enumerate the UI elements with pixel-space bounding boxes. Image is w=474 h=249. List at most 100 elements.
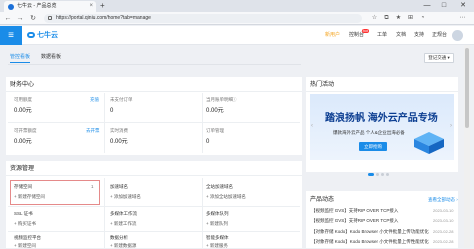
resource-name[interactable]: 视频监控平台 — [14, 235, 41, 241]
carousel-left-icon[interactable]: ‹ — [311, 123, 313, 129]
more-icon[interactable]: ⋯ — [458, 14, 467, 23]
new-service-link[interactable]: + 新建服务 — [206, 243, 228, 249]
new-bucket-link[interactable]: + 新建存储空间 — [14, 194, 45, 200]
reload-icon[interactable]: ↻ — [28, 12, 38, 25]
qiniu-logo[interactable]: 七牛云 — [27, 31, 58, 40]
new-space-link[interactable]: + 新建空间 — [14, 243, 36, 249]
url-field[interactable]: https://portal.qiniu.com/home?tab=manage — [44, 14, 362, 23]
carousel-dot[interactable] — [368, 173, 374, 176]
banner-subtitle: 爆款海外云产品 个人&企业出海必备 — [333, 130, 405, 135]
banner-buy-button[interactable]: 立即抢购 — [359, 142, 387, 151]
news-date: 2023-03-10 — [433, 218, 454, 223]
tab-close-icon[interactable]: × — [89, 1, 93, 12]
resource-name[interactable]: 存储空间 — [14, 184, 32, 190]
header-link-console[interactable]: 控制台 — [349, 32, 364, 39]
minimize-button[interactable]: — — [420, 0, 434, 12]
stat-label: 可开票额度 — [14, 128, 37, 133]
avatar[interactable] — [452, 30, 463, 41]
collections-icon[interactable]: ⊞ — [406, 14, 415, 23]
stat-value: 0.00元 — [14, 108, 32, 114]
stat-value: 0 — [110, 108, 114, 114]
close-window-button[interactable]: ✕ — [456, 0, 470, 12]
url-text: https://portal.qiniu.com/home?tab=manage — [56, 15, 151, 21]
buy-cert-link[interactable]: + 购买证书 — [14, 221, 36, 227]
header-link-support[interactable]: 支持 — [414, 32, 424, 39]
stat-label: 实时消费 — [110, 128, 128, 133]
logo-mark-icon — [27, 32, 35, 38]
resource-name[interactable]: 数据分析 — [110, 235, 128, 241]
app-header: ≡ 七牛云 新用户 控制台 hot 工单 文档 支持 正规台 — [0, 26, 474, 45]
carousel-dot[interactable] — [376, 173, 379, 176]
hot-badge: hot — [362, 29, 369, 33]
new-tab-button[interactable]: + — [100, 0, 105, 12]
header-link-promo[interactable]: 新用户 — [325, 32, 340, 39]
qiniu-favicon-icon — [8, 4, 14, 10]
stat-value: 0.00元 — [206, 108, 224, 114]
add-dcdn-link[interactable]: + 添加全站加速域名 — [206, 194, 246, 200]
new-workflow-link[interactable]: + 新建工作流 — [110, 221, 136, 227]
browser-tab-title: 七牛云 - 产品总览 — [17, 3, 57, 9]
header-link-more[interactable]: 正规台 — [432, 32, 447, 39]
profile-icon[interactable]: ◔ — [418, 14, 427, 23]
news-date: 2023-02-28 — [433, 229, 454, 234]
news-item[interactable]: 【对象存储 Kodo】Kodo Browser 小文件批量上传性能优化 — [311, 239, 429, 245]
promo-dropdown-button[interactable]: 登记交通 ▾ — [424, 53, 454, 63]
stat-label: 可用额度 — [14, 97, 32, 102]
carousel-dot[interactable] — [381, 173, 384, 176]
finance-title: 财务中心 — [10, 82, 35, 88]
resource-count: 1 — [91, 184, 94, 189]
banner-title: 踏浪扬帆 海外云产品专场 — [325, 113, 438, 124]
invoice-link[interactable]: 去开票 — [86, 128, 100, 134]
resource-title: 资源管理 — [10, 166, 35, 172]
news-date: 2023-02-28 — [433, 239, 454, 244]
maximize-button[interactable]: □ — [437, 0, 451, 12]
divider — [202, 178, 203, 248]
resource-name[interactable]: 智能多媒体 — [206, 235, 229, 241]
divider — [8, 231, 300, 232]
tab-divider — [8, 64, 301, 65]
stat-label: 当月账单明细 — [206, 97, 233, 102]
resource-name[interactable]: 多媒体工作流 — [110, 211, 137, 217]
stat-label: 未支付订单 — [110, 97, 133, 102]
news-item[interactable]: 【视频监控 GVS】支持RIP OVER TCP接入 — [311, 218, 429, 224]
tab-overview[interactable]: 管控看板 — [10, 52, 31, 63]
browser-tab-bar: 七牛云 - 产品总览 × + — □ ✕ — [0, 0, 474, 12]
star-icon[interactable]: ☆ — [370, 14, 379, 23]
header-link-ticket[interactable]: 工单 — [377, 32, 387, 39]
tab-data[interactable]: 数据看板 — [41, 52, 61, 62]
new-queue-link[interactable]: + 新建队列 — [206, 221, 228, 227]
stat-label: 订单管理 — [206, 128, 224, 133]
add-domain-link[interactable]: + 添加加速域名 — [110, 194, 141, 200]
back-arrow-icon[interactable]: ← — [3, 12, 13, 25]
view-all-news-link[interactable]: 查看全部动态 › — [428, 197, 458, 203]
divider — [104, 93, 105, 153]
header-link-doc[interactable]: 文档 — [396, 32, 406, 39]
finance-panel — [6, 77, 302, 155]
stat-value: 0.00元 — [110, 139, 128, 145]
carousel-dots — [368, 163, 391, 181]
stat-value: 0.00元 — [14, 139, 32, 145]
carousel-right-icon[interactable]: › — [450, 123, 452, 129]
favorites-icon[interactable]: ★ — [394, 14, 403, 23]
new-datasource-link[interactable]: + 新建数据源 — [110, 243, 136, 249]
stat-value: 0 — [206, 139, 210, 145]
menu-icon[interactable]: ≡ — [0, 26, 22, 45]
recharge-link[interactable]: 充值 — [90, 97, 99, 103]
scrollbar-thumb[interactable] — [465, 48, 469, 128]
divider — [202, 93, 203, 153]
resource-name[interactable]: 多媒体队列 — [206, 211, 229, 217]
cube-illustration-icon — [414, 132, 444, 154]
forward-arrow-icon[interactable]: → — [15, 12, 25, 25]
resource-name[interactable]: 加速域名 — [110, 184, 128, 190]
resource-name[interactable]: 全站加速域名 — [206, 184, 233, 190]
news-item[interactable]: 【视频监控 GVS】支持RIP OVER TCP接入 — [311, 208, 429, 214]
carousel-dot[interactable] — [386, 173, 389, 176]
resource-name[interactable]: SSL 证书 — [14, 211, 33, 217]
extension-icon[interactable]: ⧉ — [382, 14, 391, 23]
divider — [8, 122, 300, 123]
info-icon[interactable]: ⓘ — [232, 97, 237, 103]
logo-text: 七牛云 — [37, 32, 58, 39]
news-item[interactable]: 【对象存储 Kodo】Kodo Browser 小文件批量上传功能优化 — [311, 229, 429, 235]
divider — [8, 206, 300, 207]
browser-tab[interactable]: 七牛云 - 产品总览 × — [4, 1, 96, 12]
